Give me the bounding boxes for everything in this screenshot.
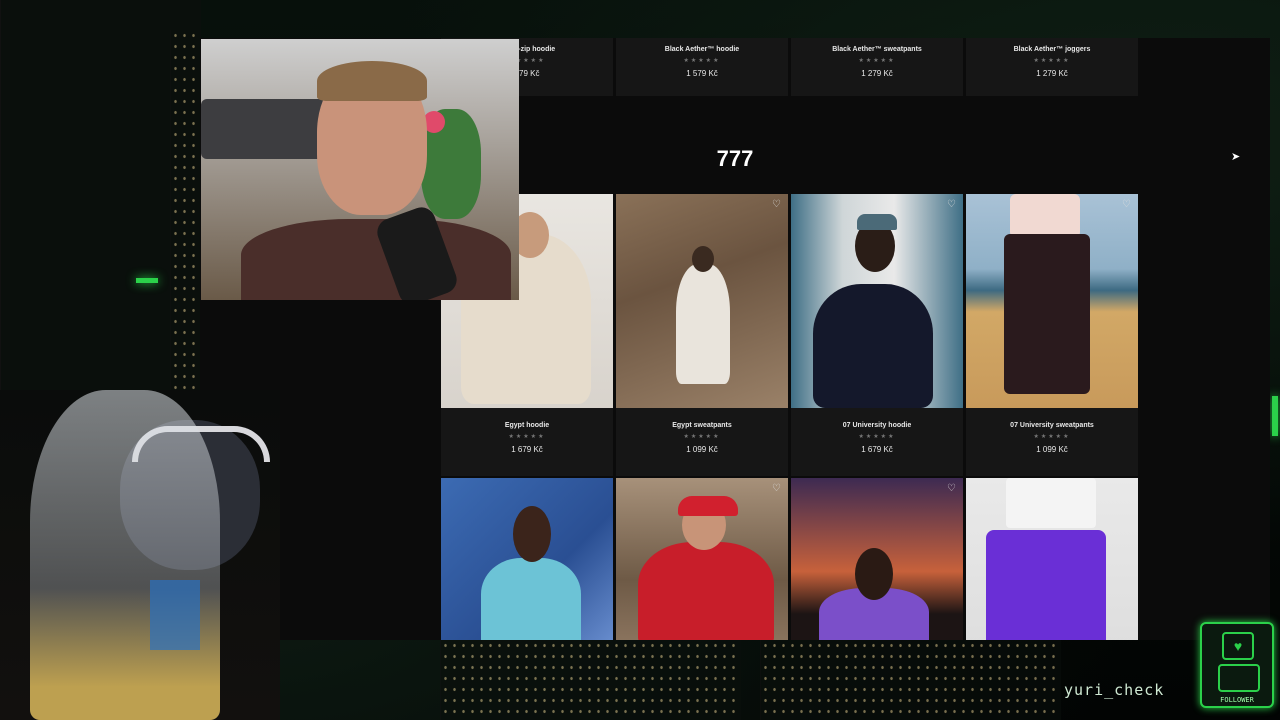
product-name[interactable]: Black Aether™ joggers: [966, 46, 1138, 53]
product-card[interactable]: Black Aether™ hoodie ★★★★★ 1 579 Kč: [616, 38, 788, 96]
product-card[interactable]: ♡: [616, 478, 788, 640]
product-image[interactable]: ♡: [616, 194, 788, 408]
streamer-shirt: [241, 219, 511, 300]
product-name[interactable]: 07 University sweatpants: [966, 422, 1138, 429]
product-card[interactable]: ♡: [791, 478, 963, 640]
rating-stars: ★★★★★: [508, 434, 546, 440]
building-windows: [760, 640, 1061, 720]
product-image[interactable]: ♡: [791, 194, 963, 408]
product-card[interactable]: ♡ Egypt sweatpants ★★★★★ 1 099 Kč: [616, 194, 788, 476]
rating-stars: ★★★★★: [1033, 434, 1071, 440]
sofa: [201, 99, 331, 159]
green-light: [1272, 396, 1278, 436]
streamer-hair: [317, 61, 427, 101]
product-price: 1 579 Kč: [686, 69, 718, 78]
product-price: 1 099 Kč: [1036, 445, 1068, 454]
water-bottle: [30, 390, 220, 720]
product-image[interactable]: ♡: [966, 194, 1138, 408]
streamer-webcam: [201, 39, 519, 300]
product-name[interactable]: Egypt sweatpants: [616, 422, 788, 429]
follower-alert: ♥ FOLLOWER: [1200, 622, 1274, 708]
rating-stars: ★★★★★: [683, 58, 721, 64]
product-card[interactable]: ♡ 07 University hoodie ★★★★★ 1 679 Kč: [791, 194, 963, 476]
product-image[interactable]: [441, 478, 613, 640]
product-name[interactable]: 07 University hoodie: [791, 422, 963, 429]
product-card[interactable]: Black Aether™ sweatpants ★★★★★ 1 279 Kč: [791, 38, 963, 96]
rating-stars: ★★★★★: [683, 434, 721, 440]
rating-stars: ★★★★★: [858, 58, 896, 64]
user-icon: [1218, 664, 1260, 692]
product-name[interactable]: Black Aether™ sweatpants: [791, 46, 963, 53]
product-card[interactable]: ♡ 07 University sweatpants ★★★★★ 1 099 K…: [966, 194, 1138, 476]
product-image[interactable]: ♡: [791, 478, 963, 640]
product-name[interactable]: Black Aether™ hoodie: [616, 46, 788, 53]
product-price: 1 099 Kč: [686, 445, 718, 454]
follower-label: FOLLOWER: [1220, 696, 1254, 704]
product-price: 1 679 Kč: [861, 445, 893, 454]
building-windows: [170, 30, 201, 390]
heart-icon[interactable]: ♡: [1122, 199, 1131, 210]
product-name[interactable]: Egypt hoodie: [441, 422, 613, 429]
second-webcam: [0, 390, 280, 720]
heart-icon[interactable]: ♡: [772, 199, 781, 210]
heart-icon: ♥: [1222, 632, 1254, 660]
rating-stars: ★★★★★: [858, 434, 896, 440]
product-price: 1 679 Kč: [511, 445, 543, 454]
heart-icon[interactable]: ♡: [947, 199, 956, 210]
heart-icon[interactable]: ♡: [772, 483, 781, 494]
product-card[interactable]: Black Aether™ joggers ★★★★★ 1 279 Kč: [966, 38, 1138, 96]
building-windows: [440, 640, 741, 720]
heart-icon[interactable]: ♡: [947, 483, 956, 494]
product-image[interactable]: ♡: [616, 478, 788, 640]
product-price: 1 279 Kč: [861, 69, 893, 78]
product-card[interactable]: [966, 478, 1138, 640]
bottle-label: [150, 580, 200, 650]
streamer-username: yuri_check: [1064, 681, 1165, 699]
mouse-cursor-icon: ➤: [1231, 151, 1241, 163]
product-card[interactable]: [441, 478, 613, 640]
green-light: [136, 278, 158, 283]
rating-stars: ★★★★★: [1033, 58, 1071, 64]
product-image[interactable]: [966, 478, 1138, 640]
product-price: 1 279 Kč: [1036, 69, 1068, 78]
